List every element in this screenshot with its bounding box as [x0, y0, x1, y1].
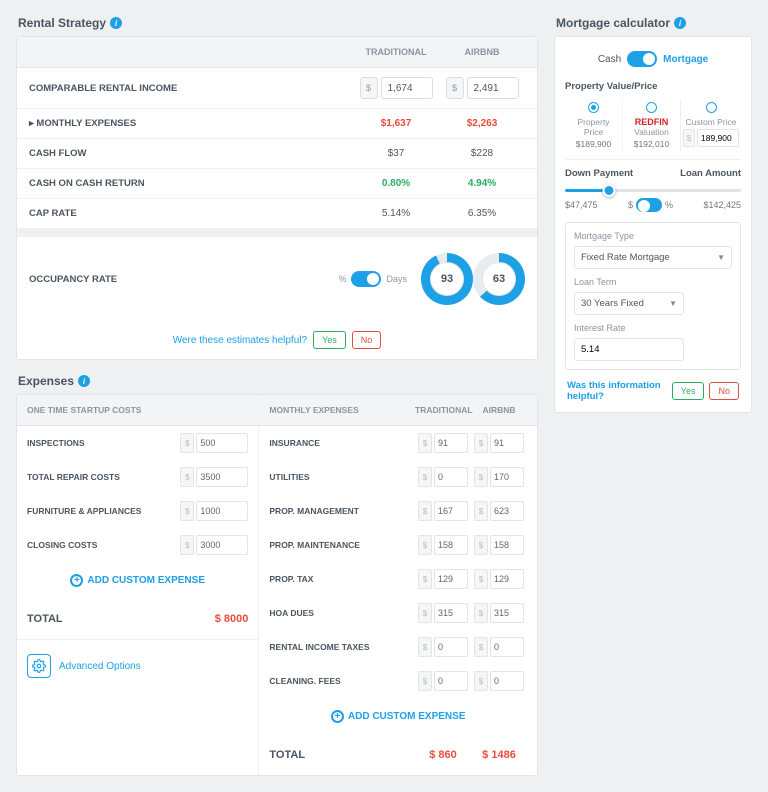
rental-strategy-panel: TRADITIONAL AIRBNB COMPARABLE RENTAL INC… [16, 36, 538, 360]
plus-icon: + [331, 710, 344, 723]
row-cap-rate: CAP RATE 5.14% 6.35% [17, 199, 537, 229]
plus-icon: + [70, 574, 83, 587]
no-button[interactable]: No [709, 382, 739, 400]
add-custom-expense-monthly[interactable]: +ADD CUSTOM EXPENSE [259, 698, 537, 735]
row-occupancy: OCCUPANCY RATE % Days 93 63 [17, 229, 537, 321]
chevron-down-icon: ▼ [717, 253, 725, 262]
insurance-trad[interactable] [434, 433, 468, 453]
rinc-trad[interactable] [434, 637, 468, 657]
total-startup: $ 8000 [215, 613, 249, 625]
custom-price-input[interactable] [697, 129, 739, 147]
tax-airbnb[interactable] [490, 569, 524, 589]
total-monthly-trad: $ 860 [415, 749, 471, 761]
row-monthly-expenses[interactable]: ▸ MONTHLY EXPENSES $1,637 $2,263 [17, 109, 537, 139]
down-payment-slider[interactable] [565, 189, 741, 192]
row-comparable-income: COMPARABLE RENTAL INCOME $ $ [17, 68, 537, 109]
repair-input[interactable] [196, 467, 248, 487]
expenses-panel: ONE TIME STARTUP COSTS INSPECTIONS$ TOTA… [16, 394, 538, 776]
maint-trad[interactable] [434, 535, 468, 555]
closing-input[interactable] [196, 535, 248, 555]
furniture-input[interactable] [196, 501, 248, 521]
estimates-helpful: Were these estimates helpful? Yes No [17, 321, 537, 359]
row-closing: CLOSING COSTS$ [17, 528, 258, 562]
mgmt-airbnb[interactable] [490, 501, 524, 521]
rinc-airbnb[interactable] [490, 637, 524, 657]
utilities-trad[interactable] [434, 467, 468, 487]
hoa-trad[interactable] [434, 603, 468, 623]
gear-icon [27, 654, 51, 678]
cash-label: Cash [598, 54, 621, 65]
pv-custom-price[interactable]: Custom Price $ [681, 100, 741, 151]
cleaning-airbnb[interactable] [490, 671, 524, 691]
insurance-airbnb[interactable] [490, 433, 524, 453]
radio-icon [588, 102, 599, 113]
mortgage-title: Mortgage calculator i [554, 16, 752, 36]
maint-airbnb[interactable] [490, 535, 524, 555]
advanced-options[interactable]: Advanced Options [17, 639, 258, 692]
info-helpful: Was this information helpful? Yes No [565, 370, 741, 402]
rental-header: TRADITIONAL AIRBNB [17, 37, 537, 68]
yes-button[interactable]: Yes [313, 331, 346, 349]
add-custom-expense-startup[interactable]: +ADD CUSTOM EXPENSE [17, 562, 258, 599]
interest-rate-input[interactable] [574, 338, 684, 361]
chevron-down-icon: ▼ [669, 299, 677, 308]
occupancy-trad-donut: 93 [421, 253, 473, 305]
radio-icon [646, 102, 657, 113]
mortgage-type-select[interactable]: Fixed Rate Mortgage▼ [574, 246, 732, 269]
cleaning-trad[interactable] [434, 671, 468, 691]
down-payment-value: $47,475 [565, 200, 598, 210]
info-icon[interactable]: i [674, 17, 686, 29]
radio-icon [706, 102, 717, 113]
info-icon[interactable]: i [110, 17, 122, 29]
mortgage-label: Mortgage [663, 54, 708, 65]
row-repair: TOTAL REPAIR COSTS$ [17, 460, 258, 494]
dp-unit-toggle[interactable] [636, 198, 662, 212]
rental-strategy-title: Rental Strategy i [16, 16, 538, 36]
expenses-title: Expenses i [16, 374, 538, 394]
row-furniture: FURNITURE & APPLIANCES$ [17, 494, 258, 528]
occupancy-airbnb-donut: 63 [473, 253, 525, 305]
pv-redfin-valuation[interactable]: REDFIN Valuation $192,010 [623, 100, 681, 151]
property-value-options: Property Price $189,900 REDFIN Valuation… [565, 100, 741, 151]
row-inspections: INSPECTIONS$ [17, 426, 258, 460]
row-cash-flow: CASH FLOW $37 $228 [17, 139, 537, 169]
income-trad-input[interactable] [381, 77, 433, 99]
no-button[interactable]: No [352, 331, 382, 349]
mortgage-panel: Cash Mortgage Property Value/Price Prope… [554, 36, 752, 413]
yes-button[interactable]: Yes [672, 382, 705, 400]
cash-mortgage-toggle[interactable] [627, 51, 657, 67]
loan-amount-value: $142,425 [703, 200, 741, 210]
occupancy-toggle[interactable] [351, 271, 381, 287]
hoa-airbnb[interactable] [490, 603, 524, 623]
mgmt-trad[interactable] [434, 501, 468, 521]
row-coc-return: CASH ON CASH RETURN 0.80% 4.94% [17, 169, 537, 199]
inspections-input[interactable] [196, 433, 248, 453]
tax-trad[interactable] [434, 569, 468, 589]
utilities-airbnb[interactable] [490, 467, 524, 487]
income-airbnb-input[interactable] [467, 77, 519, 99]
total-monthly-airbnb: $ 1486 [471, 749, 527, 761]
currency-label: $ [360, 77, 378, 99]
pv-property-price[interactable]: Property Price $189,900 [565, 100, 623, 151]
info-icon[interactable]: i [78, 375, 90, 387]
loan-term-select[interactable]: 30 Years Fixed▼ [574, 292, 684, 315]
